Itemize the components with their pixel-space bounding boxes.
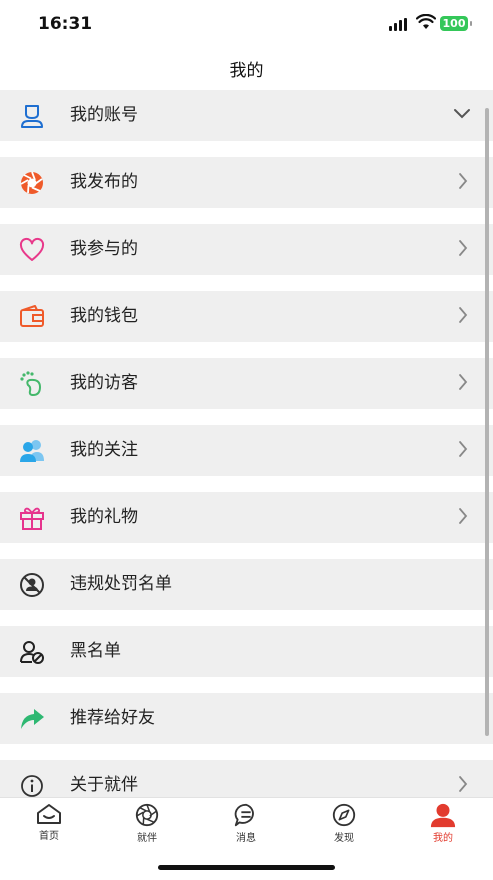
blacklist-icon [18,638,46,666]
menu-item-gifts[interactable]: 我的礼物 [0,492,493,543]
chevron-right-icon [457,305,469,325]
chevron-right-icon [457,372,469,392]
heart-icon [18,236,46,264]
menu-item-label: 推荐给好友 [70,693,155,744]
compass-icon [330,802,358,828]
menu-item-label: 我的账号 [70,90,138,141]
profile-icon [428,802,458,828]
chevron-right-icon [457,506,469,526]
chevron-down-icon [453,108,471,120]
wifi-icon [416,14,436,30]
menu-item-published[interactable]: 我发布的 [0,157,493,208]
user-account-icon [18,102,46,130]
menu-item-label: 我的关注 [70,425,138,476]
tab-label: 我的 [403,829,483,844]
violation-icon [18,571,46,599]
tab-discover[interactable]: 发现 [304,802,384,846]
menu-item-recommend[interactable]: 推荐给好友 [0,693,493,744]
cellular-signal-icon [389,18,407,31]
tab-mine[interactable]: 我的 [403,802,483,846]
menu-item-label: 我发布的 [70,157,138,208]
tab-home[interactable]: 首页 [9,802,89,846]
home-icon [35,802,63,826]
tab-label: 就伴 [107,829,187,844]
gift-icon [18,504,46,532]
menu-item-label: 违规处罚名单 [70,559,172,610]
menu-item-blacklist[interactable]: 黑名单 [0,626,493,677]
info-icon [18,772,46,800]
tab-jiuban[interactable]: 就伴 [107,802,187,846]
tab-label: 发现 [304,829,384,844]
shutter-icon [18,169,46,197]
wallet-icon [18,303,46,331]
chevron-right-icon [457,171,469,191]
menu-item-label: 我的礼物 [70,492,138,543]
footprint-icon [18,370,46,398]
menu-item-visitors[interactable]: 我的访客 [0,358,493,409]
tab-label: 首页 [9,827,89,842]
home-indicator[interactable] [158,865,335,870]
chevron-right-icon [457,238,469,258]
menu-item-violation-list[interactable]: 违规处罚名单 [0,559,493,610]
menu-item-label: 黑名单 [70,626,121,677]
status-time: 16:31 [38,14,92,34]
chevron-right-icon [457,439,469,459]
menu-item-label: 我的访客 [70,358,138,409]
users-icon [18,437,46,465]
battery-icon: 100 [440,16,468,31]
share-arrow-icon [18,705,46,733]
menu-item-label: 我的钱包 [70,291,138,342]
message-icon [232,802,260,828]
tab-messages[interactable]: 消息 [206,802,286,846]
menu-item-following[interactable]: 我的关注 [0,425,493,476]
shutter-icon [133,802,161,828]
scrollbar[interactable] [485,108,489,736]
chevron-right-icon [457,774,469,794]
status-bar: 16:31 100 [0,0,493,52]
menu-item-account[interactable]: 我的账号 [0,90,493,141]
menu-item-participated[interactable]: 我参与的 [0,224,493,275]
menu-item-label: 我参与的 [70,224,138,275]
battery-tip [470,21,472,26]
menu-item-wallet[interactable]: 我的钱包 [0,291,493,342]
page-title: 我的 [0,56,493,81]
menu-list: 我的账号 我发布的 我参与的 [0,90,493,827]
tab-label: 消息 [206,829,286,844]
